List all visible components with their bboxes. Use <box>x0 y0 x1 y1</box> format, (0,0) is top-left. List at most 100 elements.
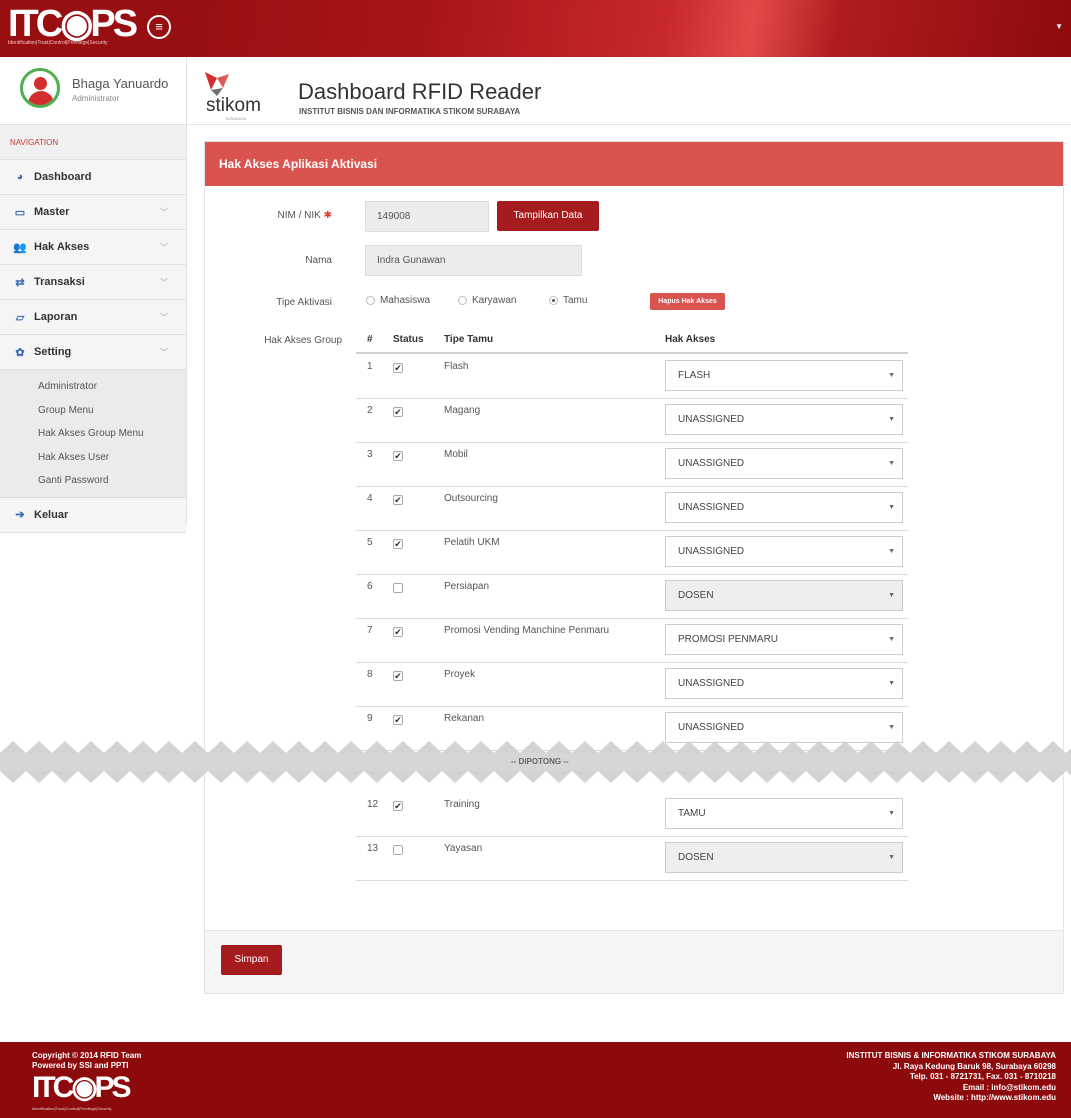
menu-toggle-icon[interactable]: ≡ <box>147 15 171 39</box>
submenu-administrator[interactable]: Administrator <box>0 375 186 399</box>
hak-akses-value: DOSEN <box>678 590 714 601</box>
status-checkbox[interactable]: ✔ <box>393 539 403 549</box>
status-checkbox[interactable]: ✔ <box>393 801 403 811</box>
row-divider <box>356 398 908 399</box>
hak-akses-value: FLASH <box>678 370 711 381</box>
sidebar-item-label: Laporan <box>34 311 78 323</box>
hak-akses-value: UNASSIGNED <box>678 722 745 733</box>
row-number: 4 <box>367 493 373 504</box>
radio-karyawan[interactable]: Karyawan <box>458 295 516 306</box>
status-checkbox[interactable]: ✔ <box>393 715 403 725</box>
submenu-ganti-password[interactable]: Ganti Password <box>0 469 186 493</box>
top-bar: ITC◉PS Identification|Trust|Control|Prev… <box>0 0 1071 57</box>
monitor-icon: ▭ <box>14 206 26 219</box>
status-checkbox[interactable]: ✔ <box>393 627 403 637</box>
submenu-hak-akses-user[interactable]: Hak Akses User <box>0 446 186 470</box>
hak-akses-select[interactable]: TAMU ▼ <box>665 798 903 829</box>
status-checkbox[interactable]: ✔ <box>393 363 403 373</box>
user-menu-caret-icon[interactable]: ▼ <box>1055 22 1063 31</box>
hak-akses-select[interactable]: UNASSIGNED ▼ <box>665 536 903 567</box>
status-checkbox[interactable] <box>393 845 403 855</box>
tipe-tamu: Proyek <box>444 669 476 680</box>
hak-akses-value: UNASSIGNED <box>678 502 745 513</box>
tipe-tamu: Training <box>444 799 480 810</box>
chevron-down-icon: ﹀ <box>160 278 168 287</box>
row-number: 13 <box>367 843 379 854</box>
table-header-no: # <box>367 334 373 345</box>
status-checkbox[interactable]: ✔ <box>393 495 403 505</box>
status-checkbox[interactable] <box>393 583 403 593</box>
row-divider <box>356 574 908 575</box>
hak-akses-value: DOSEN <box>678 852 714 863</box>
submenu-hak-akses-group-menu[interactable]: Hak Akses Group Menu <box>0 422 186 446</box>
caret-down-icon: ▼ <box>888 460 895 467</box>
caret-down-icon: ▼ <box>888 548 895 555</box>
hak-akses-select[interactable]: UNASSIGNED ▼ <box>665 668 903 699</box>
hak-akses-select[interactable]: PROMOSI PENMARU ▼ <box>665 624 903 655</box>
stikom-logo-small: SURABAYA <box>225 116 247 121</box>
hak-akses-select[interactable]: UNASSIGNED ▼ <box>665 492 903 523</box>
cut-label: -- DIPOTONG -- <box>511 757 569 766</box>
radio-mahasiswa[interactable]: Mahasiswa <box>366 295 430 306</box>
hak-akses-select[interactable]: UNASSIGNED ▼ <box>665 448 903 479</box>
show-data-button[interactable]: Tampilkan Data <box>497 201 599 231</box>
hak-akses-value: UNASSIGNED <box>678 458 745 469</box>
avatar <box>20 68 60 108</box>
row-number: 6 <box>367 581 373 592</box>
nim-input[interactable]: 149008 <box>365 201 489 232</box>
sidebar-item-transaksi[interactable]: ⇄ Transaksi ﹀ <box>0 265 186 300</box>
hak-akses-select[interactable]: FLASH ▼ <box>665 360 903 391</box>
sidebar-item-setting[interactable]: ✿ Setting ﹀ <box>0 335 186 370</box>
tipe-tamu: Rekanan <box>444 713 485 724</box>
hak-akses-select[interactable]: UNASSIGNED ▼ <box>665 404 903 435</box>
footer-phone: Telp. 031 - 8721731, Fax. 031 - 8710218 <box>909 1072 1056 1081</box>
row-divider <box>356 836 908 837</box>
nim-label: NIM / NIK ✱ <box>277 210 332 221</box>
nama-label: Nama <box>305 255 332 266</box>
footer-email: Email : info@stikom.edu <box>962 1082 1056 1092</box>
status-checkbox[interactable]: ✔ <box>393 407 403 417</box>
status-checkbox[interactable]: ✔ <box>393 671 403 681</box>
radio-tamu[interactable]: Tamu <box>549 295 587 306</box>
sidebar: Bhaga Yanuardo Administrator NAVIGATION … <box>0 57 187 533</box>
footer-logo-tagline: Identification|Trust|Control|Previlege|S… <box>32 1106 112 1111</box>
sidebar-item-label: Dashboard <box>34 171 92 183</box>
footer-org: INSTITUT BISNIS & INFORMATIKA STIKOM SUR… <box>846 1051 1056 1060</box>
row-number: 12 <box>367 799 379 810</box>
panel-title: Hak Akses Aplikasi Aktivasi <box>205 142 1063 186</box>
row-number: 5 <box>367 537 373 548</box>
sidebar-item-hak-akses[interactable]: 👥 Hak Akses ﹀ <box>0 230 186 265</box>
hak-akses-group-label: Hak Akses Group <box>264 335 342 346</box>
caret-down-icon: ▼ <box>888 854 895 861</box>
hak-akses-select: DOSEN ▼ <box>665 580 903 611</box>
row-number: 9 <box>367 713 373 724</box>
hak-akses-value: UNASSIGNED <box>678 546 745 557</box>
sidebar-item-keluar[interactable]: ➔ Keluar <box>0 497 186 533</box>
page-title: Dashboard RFID Reader <box>298 79 542 104</box>
footer-credits: Copyright © 2014 RFID Team Powered by SS… <box>32 1051 141 1071</box>
hapus-hak-akses-button[interactable]: Hapus Hak Akses <box>650 293 725 310</box>
nav-label: NAVIGATION <box>0 125 186 160</box>
page-subtitle: INSTITUT BISNIS DAN INFORMATIKA STIKOM S… <box>299 107 521 116</box>
table-header-status: Status <box>393 334 424 345</box>
sidebar-item-master[interactable]: ▭ Master ﹀ <box>0 195 186 230</box>
submenu-group-menu[interactable]: Group Menu <box>0 399 186 423</box>
sidebar-item-label: Keluar <box>34 508 69 521</box>
brand-area: ITC◉PS Identification|Trust|Control|Prev… <box>0 0 187 57</box>
stikom-logo-text: stikom <box>206 95 261 116</box>
sidebar-item-dashboard[interactable]: ◕ Dashboard <box>0 160 186 195</box>
status-checkbox[interactable]: ✔ <box>393 451 403 461</box>
caret-down-icon: ▼ <box>888 636 895 643</box>
caret-down-icon: ▼ <box>888 724 895 731</box>
footer: Copyright © 2014 RFID Team Powered by SS… <box>0 1042 1071 1118</box>
footer-website: Website : http://www.stikom.edu <box>933 1093 1056 1102</box>
chevron-down-icon: ﹀ <box>160 348 168 357</box>
nama-input[interactable]: Indra Gunawan <box>365 245 582 276</box>
chevron-down-icon: ﹀ <box>160 313 168 322</box>
table-header-tipe-tamu: Tipe Tamu <box>444 334 494 345</box>
sidebar-item-laporan[interactable]: ▱ Laporan ﹀ <box>0 300 186 335</box>
tipe-tamu: Persiapan <box>444 581 490 592</box>
row-number: 1 <box>367 361 373 372</box>
user-panel: Bhaga Yanuardo Administrator <box>0 57 186 125</box>
save-button[interactable]: Simpan <box>221 945 282 975</box>
